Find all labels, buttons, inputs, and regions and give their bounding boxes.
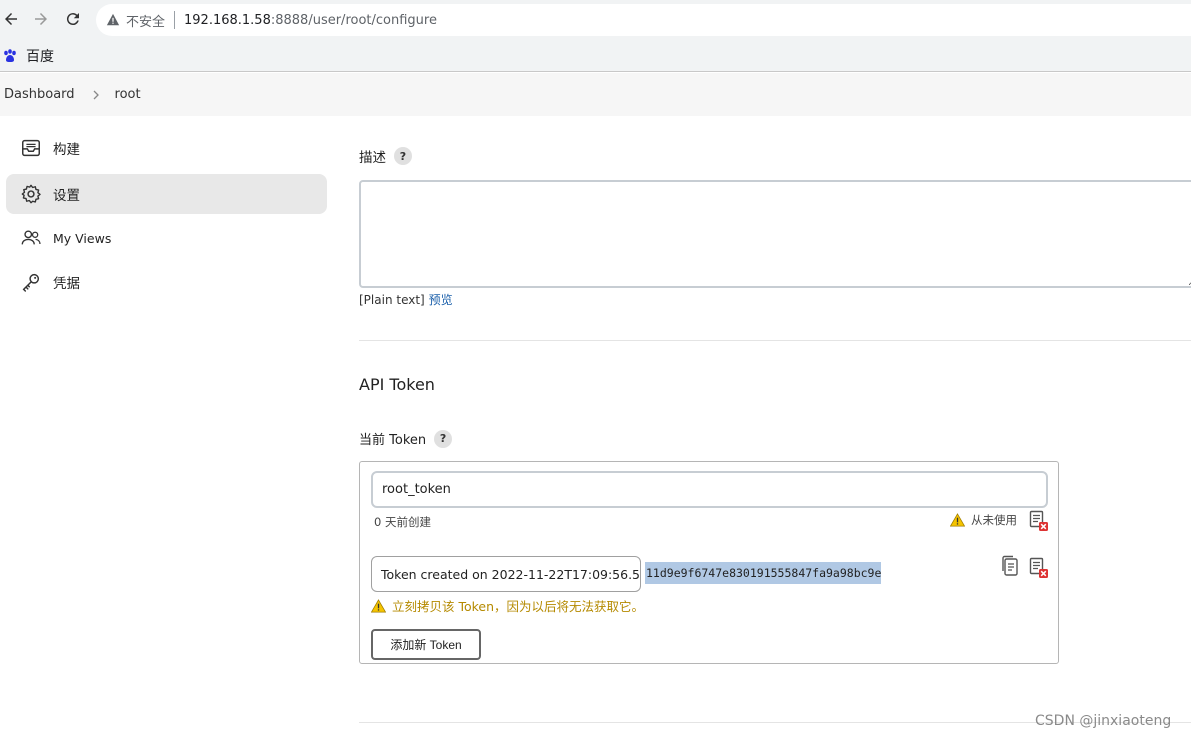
section-divider xyxy=(359,340,1191,341)
arrow-left-icon xyxy=(5,13,17,25)
copy-token-warning: 立刻拷贝该 Token，因为以后将无法获取它。 xyxy=(371,596,644,615)
browser-toolbar: 不安全 192.168.1.58 :8888/user/root/configu… xyxy=(0,0,1191,40)
new-token-value[interactable]: 11d9e9f6747e830191555847fa9a98bc9e xyxy=(645,562,882,584)
sidebar-label-my-views: My Views xyxy=(53,230,112,246)
api-token-section-title: API Token xyxy=(359,375,435,394)
security-label: 不安全 xyxy=(126,14,166,30)
token-name-value: root_token xyxy=(382,482,451,497)
plain-text-label: [Plain text] xyxy=(359,293,425,307)
token-usage-status: 从未使用 xyxy=(950,512,1017,528)
reload-button[interactable] xyxy=(62,8,84,30)
reload-icon xyxy=(66,13,79,26)
address-bar[interactable]: 不安全 192.168.1.58 :8888/user/root/configu… xyxy=(96,4,1191,36)
sidebar-label-settings: 设置 xyxy=(53,188,80,204)
arrow-right-icon xyxy=(35,13,47,25)
new-token-name-value: Token created on 2022-11-22T17:09:56.55 xyxy=(381,566,641,582)
breadcrumb-dashboard[interactable]: Dashboard xyxy=(4,87,75,102)
warning-icon xyxy=(950,513,965,527)
description-help-icon[interactable]: ? xyxy=(394,147,412,165)
users-icon xyxy=(21,230,41,245)
sidebar-item-build[interactable]: 构建 xyxy=(6,128,327,168)
watermark: CSDN @jinxiaoteng xyxy=(1035,713,1172,729)
url-path: :8888/user/root/configure xyxy=(270,12,437,28)
token-created-info: 0 天前创建 xyxy=(374,515,431,529)
breadcrumb: Dashboard root xyxy=(0,73,1191,116)
inbox-icon xyxy=(22,139,40,157)
gear-icon xyxy=(21,184,41,204)
warning-icon xyxy=(371,598,386,612)
description-label-row: 描述 ? xyxy=(359,146,412,166)
preview-link[interactable]: 预览 xyxy=(429,293,453,307)
description-label: 描述 xyxy=(359,150,386,166)
sidebar-item-credentials[interactable]: 凭据 xyxy=(6,262,327,302)
chevron-right-icon xyxy=(93,90,99,99)
bookmarks-bar: 百度 xyxy=(0,40,1191,72)
add-token-button[interactable]: 添加新 Token xyxy=(371,629,481,660)
url-host: 192.168.1.58 xyxy=(184,12,271,28)
copy-icon[interactable] xyxy=(1000,555,1020,577)
baidu-paw-icon xyxy=(4,49,16,62)
copy-token-warning-text: 立刻拷贝该 Token，因为以后将无法获取它。 xyxy=(392,599,645,614)
breadcrumb-root[interactable]: root xyxy=(115,87,141,102)
sidebar-label-build: 构建 xyxy=(53,142,80,158)
address-separator xyxy=(174,11,176,29)
current-token-help-icon[interactable]: ? xyxy=(434,429,453,448)
description-textarea[interactable] xyxy=(359,180,1191,288)
description-format-note: [Plain text] 预览 xyxy=(359,291,453,308)
current-token-label-row: 当前 Token ? xyxy=(359,429,453,448)
revoke-new-token-icon[interactable] xyxy=(1029,557,1049,579)
sidebar-item-settings[interactable]: 设置 xyxy=(6,174,327,214)
token-list: root_token 0 天前创建 从未使用 Token created on … xyxy=(359,461,1059,664)
sidebar-item-my-views[interactable]: My Views xyxy=(6,218,327,258)
new-token-name-field[interactable]: Token created on 2022-11-22T17:09:56.55 xyxy=(371,556,641,592)
warning-triangle-icon xyxy=(106,13,120,26)
bookmark-label: 百度 xyxy=(26,49,54,65)
sidebar-label-credentials: 凭据 xyxy=(53,276,80,292)
current-token-label: 当前 Token xyxy=(359,433,427,448)
revoke-token-icon[interactable] xyxy=(1029,510,1049,532)
back-button[interactable] xyxy=(0,8,22,30)
forward-button[interactable] xyxy=(30,8,52,30)
token-usage-label: 从未使用 xyxy=(971,513,1017,527)
token-name-field[interactable]: root_token xyxy=(371,471,1048,508)
bookmark-baidu[interactable]: 百度 xyxy=(2,46,54,66)
key-icon xyxy=(22,273,40,292)
